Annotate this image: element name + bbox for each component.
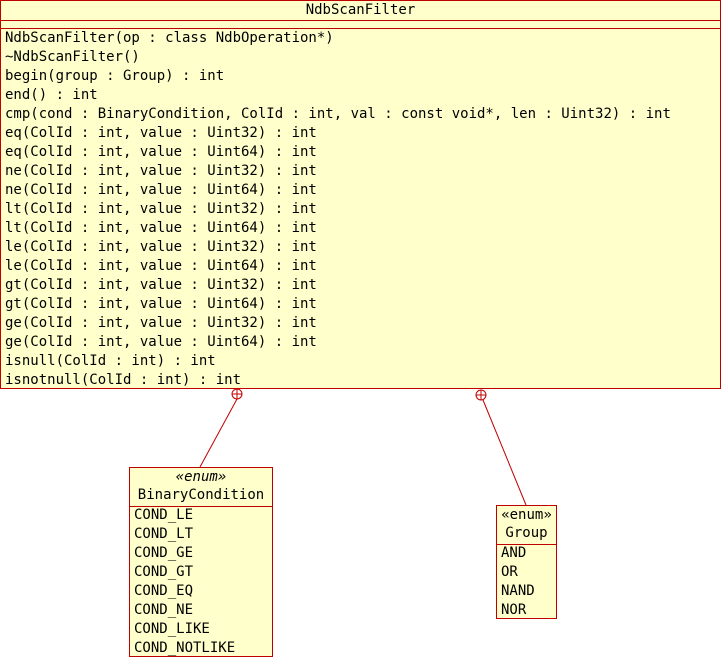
operation-row: le(ColId : int, value : Uint32) : int — [5, 239, 317, 255]
enum-name: BinaryCondition — [137, 487, 265, 503]
operation-row: begin(group : Group) : int — [5, 68, 225, 84]
operation-row: gt(ColId : int, value : Uint64) : int — [5, 296, 317, 312]
enum-literal: AND — [501, 545, 527, 561]
enum-literal: NAND — [501, 583, 535, 599]
nesting-line-group — [482, 399, 527, 506]
enum-literal: COND_NOTLIKE — [134, 640, 236, 656]
class-name: NdbScanFilter — [305, 2, 416, 18]
operation-row: NdbScanFilter(op : class NdbOperation*) — [5, 30, 334, 46]
operations-list: NdbScanFilter(op : class NdbOperation*) ~… — [5, 29, 720, 390]
operation-row: eq(ColId : int, value : Uint64) : int — [5, 144, 317, 160]
divider — [1, 20, 720, 21]
operation-row: isnull(ColId : int) : int — [5, 353, 216, 369]
operation-row: lt(ColId : int, value : Uint64) : int — [5, 220, 317, 236]
operation-row: ~NdbScanFilter() — [5, 49, 140, 65]
enum-group[interactable]: «enum» Group AND OR NAND NOR — [496, 505, 557, 619]
stereotype-label: «enum» — [501, 507, 552, 523]
operation-row: ne(ColId : int, value : Uint64) : int — [5, 182, 317, 198]
operation-row: ne(ColId : int, value : Uint32) : int — [5, 163, 317, 179]
operation-row: ge(ColId : int, value : Uint32) : int — [5, 315, 317, 331]
enum-literal: COND_LT — [134, 526, 194, 542]
enum-literal: NOR — [501, 602, 527, 618]
enum-literals: AND OR NAND NOR — [501, 544, 556, 620]
operation-row: ge(ColId : int, value : Uint64) : int — [5, 334, 317, 350]
operation-row: le(ColId : int, value : Uint64) : int — [5, 258, 317, 274]
nesting-anchor-icon — [475, 389, 487, 401]
enum-name: Group — [505, 525, 548, 541]
enum-literal: COND_EQ — [134, 583, 194, 599]
enum-literal: COND_GE — [134, 545, 194, 561]
enum-literal: COND_LE — [134, 507, 194, 523]
nesting-line-binary-condition — [199, 398, 238, 468]
operation-row: gt(ColId : int, value : Uint32) : int — [5, 277, 317, 293]
operation-row: end() : int — [5, 87, 98, 103]
operation-row: isnotnull(ColId : int) : int — [5, 372, 242, 388]
stereotype-label: «enum» — [175, 469, 227, 485]
enum-literal: OR — [501, 564, 518, 580]
enum-literal: COND_LIKE — [134, 621, 210, 637]
operation-row: lt(ColId : int, value : Uint32) : int — [5, 201, 317, 217]
enum-literal: COND_GT — [134, 564, 194, 580]
enum-literals: COND_LE COND_LT COND_GE COND_GT COND_EQ COND_… — [134, 506, 272, 658]
enum-literal: COND_NE — [134, 602, 194, 618]
enum-binary-condition[interactable]: «enum» BinaryCondition COND_LE COND_LT CON… — [129, 467, 273, 657]
operation-row: cmp(cond : BinaryCondition, ColId : int,… — [5, 106, 671, 122]
operation-row: eq(ColId : int, value : Uint32) : int — [5, 125, 317, 141]
class-ndbscanfilter[interactable]: NdbScanFilter NdbScanFilter(op : class N… — [0, 0, 721, 389]
nesting-anchor-icon — [231, 388, 243, 400]
